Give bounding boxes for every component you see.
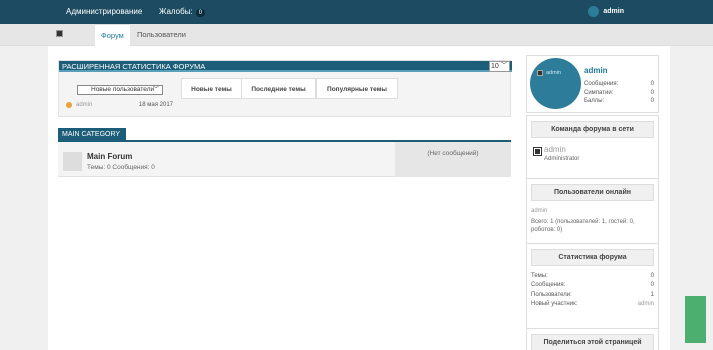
forum-stat-value: 1 [650,292,654,298]
user-avatar-icon [588,6,600,17]
forum-stat-row: Пользователи: 1 [531,292,654,298]
chevron-down-icon: ﹀ [500,63,507,69]
newest-member-link[interactable]: admin [638,301,654,307]
recent-user-date: 18 мая 2017 [138,102,173,108]
complaints-label: Жалобы: [159,7,193,16]
forum-stat-value: 0 [650,282,654,288]
category-title[interactable]: MAIN CATEGORY [58,128,126,142]
forum-meta: Темы: 0 Сообщения: 0 [87,164,155,171]
tab-new-topics[interactable]: Новые темы [181,78,242,99]
forum-stat-label: Новый участник: [531,301,578,307]
admin-link[interactable]: Администрирование [66,7,142,16]
team-member-role: Administrator [544,156,580,162]
stats-title: РАСШИРЕННАЯ СТАТИСТИКА ФОРУМА [62,62,206,71]
main-content: РАСШИРЕННАЯ СТАТИСТИКА ФОРУМА 10 ﹀ Новые… [48,46,520,350]
avatar-alt-text: admin [546,70,561,76]
tab-popular-topics[interactable]: Популярные темы [316,78,398,99]
forum-title[interactable]: Main Forum [87,152,132,161]
share-page-box: Поделиться этой страницей [526,328,659,350]
avatar[interactable] [530,58,581,109]
broken-image-icon [537,70,543,76]
home-icon[interactable] [56,30,63,37]
profile-stat-label: Симпатии: [584,90,614,96]
profile-stat-row: Симпатии: 0 [584,90,654,96]
user-menu[interactable]: admin [588,6,624,17]
profile-stat-row: Сообщения: 0 [584,81,654,87]
sidebar: admin admin Сообщения: 0 Симпатии: 0 Бал… [520,46,670,350]
profile-stat-value: 0 [650,90,654,96]
recent-user-name[interactable]: admin [76,100,92,111]
forum-stat-row: Темы: 0 [531,273,654,279]
profile-box: admin admin Сообщения: 0 Симпатии: 0 Бал… [526,55,659,113]
stats-header: РАСШИРЕННАЯ СТАТИСТИКА ФОРУМА [59,61,512,72]
forum-stat-label: Пользователи: [531,292,572,298]
online-summary: Всего: 1 (пользователей: 1, гостей: 0, р… [531,219,635,233]
team-member-name[interactable]: admin [544,145,566,154]
broken-image-icon [533,147,542,156]
section-navbar: Форум Пользователи [0,24,713,46]
online-user-name[interactable]: admin [531,208,547,214]
users-online-title: Пользователи онлайн [531,184,654,201]
forum-row: Main Forum Темы: 0 Сообщения: 0 (Нет соо… [58,142,511,177]
profile-stat-label: Баллы: [584,98,605,104]
forum-last-post: (Нет сообщений) [395,142,511,177]
tab-latest-topics[interactable]: Последние темы [241,78,316,99]
share-page-title: Поделиться этой страницей [531,334,654,350]
new-users-select-value: Новые пользователи [91,86,155,93]
forum-stats-title: Статистика форума [531,249,654,266]
tab-forum[interactable]: Форум [95,24,130,46]
forum-icon [63,152,82,171]
stats-count-value: 10 [491,63,499,70]
stats-count-select[interactable]: 10 ﹀ [489,61,510,72]
tab-users[interactable]: Пользователи [131,24,192,46]
forum-stat-row: Сообщения: 0 [531,282,654,288]
side-floating-tab[interactable] [685,296,706,343]
profile-stat-row: Баллы: 0 [584,98,654,104]
forum-stat-label: Сообщения: [531,282,566,288]
complaints-count-badge: 0 [195,9,206,17]
profile-stat-label: Сообщения: [584,81,619,87]
complaints-link[interactable]: Жалобы: 0 [159,7,206,17]
profile-stat-value: 0 [650,98,654,104]
new-users-select[interactable]: Новые пользователи ﹀ [77,85,163,95]
top-navbar: Администрирование Жалобы: 0 admin [0,0,713,24]
team-online-title: Команда форума в сети [531,121,654,138]
user-name: admin [603,8,624,15]
profile-stat-value: 0 [650,81,654,87]
user-status-icon [66,102,72,108]
forum-stat-value: 0 [650,273,654,279]
recent-user-row: admin 18 мая 2017 [65,100,173,111]
forum-stats-block: РАСШИРЕННАЯ СТАТИСТИКА ФОРУМА 10 ﹀ Новые… [58,60,512,117]
forum-stat-row: Новый участник: admin [531,301,654,307]
chevron-down-icon: ﹀ [152,87,159,93]
forum-stat-label: Темы: [531,273,548,279]
profile-name[interactable]: admin [584,66,608,75]
